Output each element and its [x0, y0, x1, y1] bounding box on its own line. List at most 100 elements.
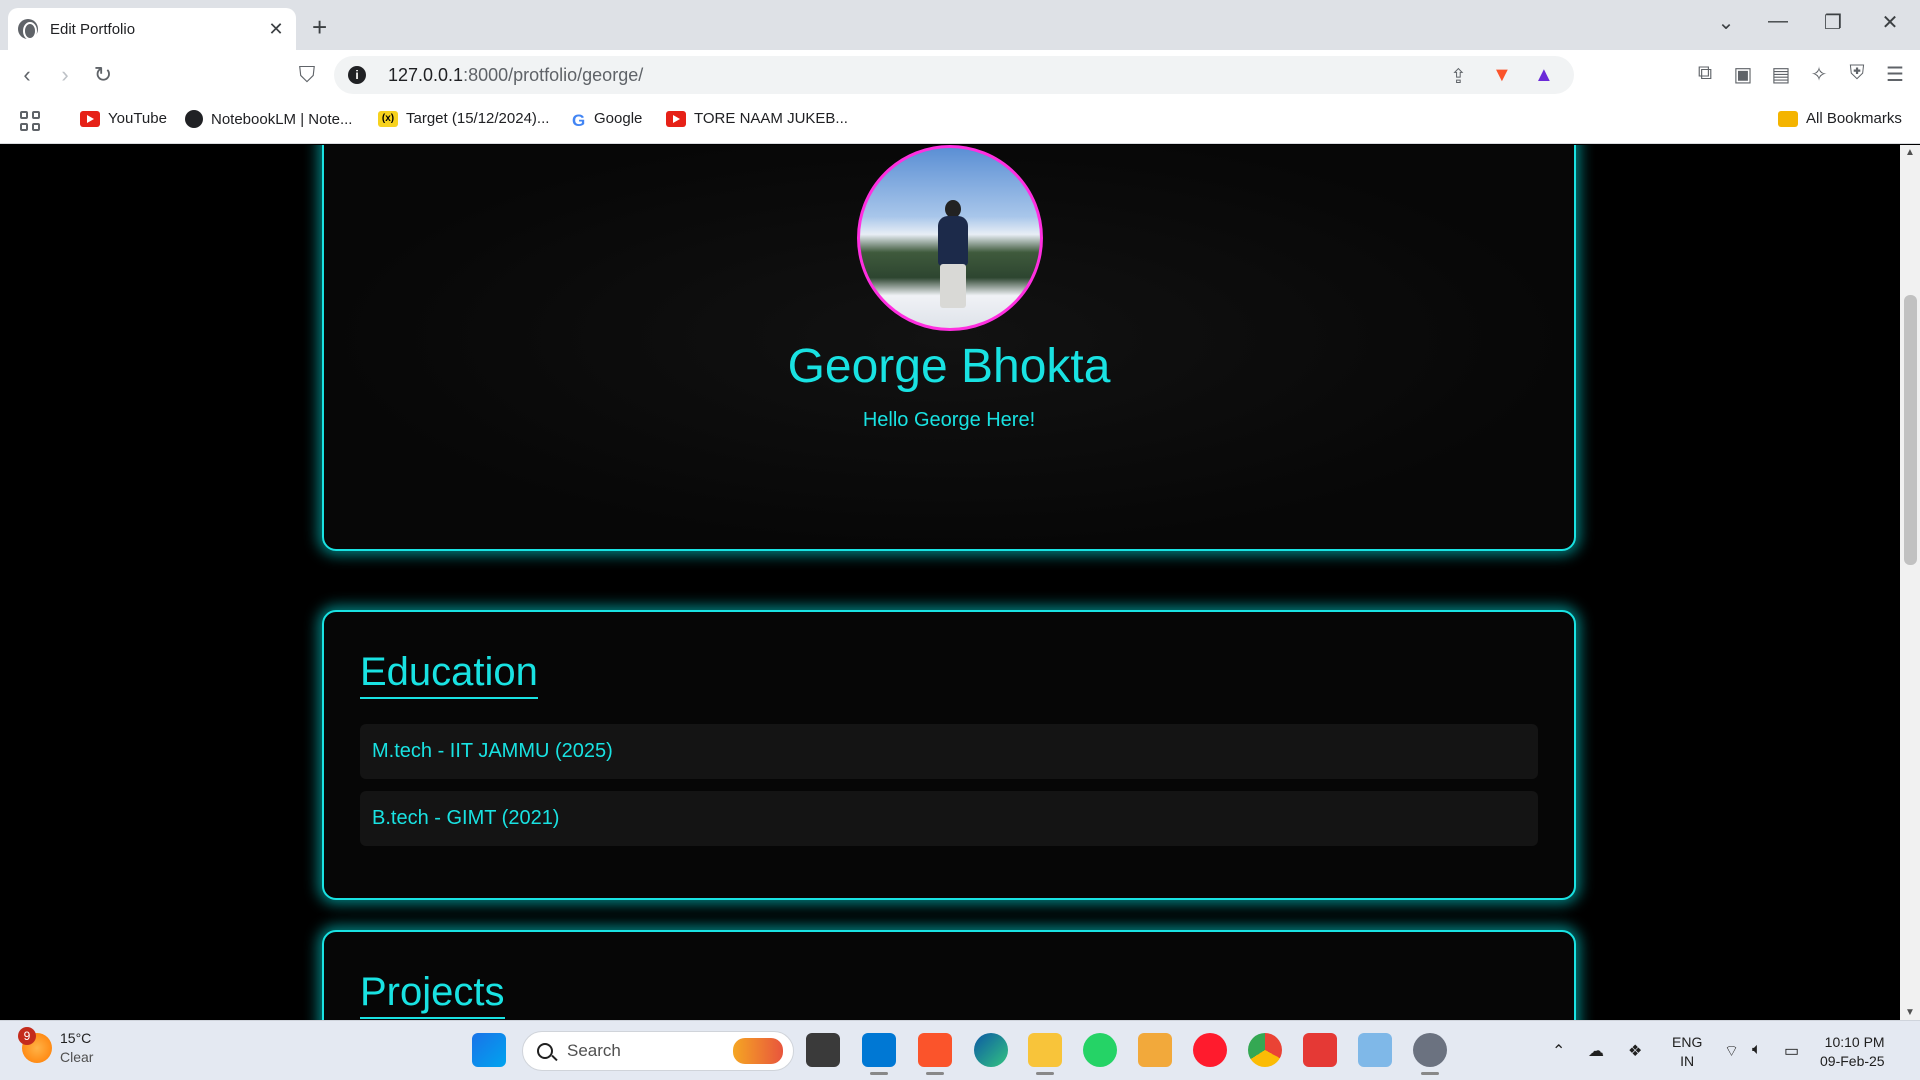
region-code: IN [1680, 1053, 1695, 1069]
youtube-icon [666, 110, 686, 127]
tab-edit-portfolio[interactable]: Edit Portfolio ✕ [8, 8, 296, 50]
projects-title: Projects [360, 970, 505, 1019]
url-host: 127.0.0.1 [388, 64, 464, 85]
windows-start-icon[interactable] [472, 1033, 506, 1067]
vscode-icon[interactable] [862, 1033, 896, 1075]
search-label: Search [567, 1041, 621, 1060]
bookmark-google[interactable]: G Google [572, 110, 643, 130]
url-path: :8000/protfolio/george/ [463, 64, 644, 85]
file-explorer-icon[interactable] [1028, 1033, 1062, 1075]
profile-card: George Bhokta Hello George Here! [322, 145, 1576, 551]
language-indicator[interactable]: ENG IN [1672, 1033, 1702, 1071]
globe-icon [18, 19, 38, 40]
bookmark-label: Google [594, 110, 643, 127]
projects-card: Projects [322, 930, 1576, 1020]
bookmark-label: YouTube [108, 110, 167, 127]
profile-tagline: Hello George Here! [862, 409, 1036, 431]
settings-gear-icon[interactable] [1413, 1033, 1447, 1075]
reload-icon[interactable]: ↻ [88, 62, 118, 88]
window-close-icon[interactable]: ✕ [1870, 10, 1910, 35]
task-view-icon[interactable] [806, 1033, 840, 1067]
all-bookmarks-label: All Bookmarks [1806, 110, 1902, 127]
avatar-person-body [938, 216, 968, 266]
dts-audio-icon[interactable] [1138, 1033, 1172, 1067]
brave-rewards-icon[interactable]: ▲ [1534, 64, 1554, 87]
anydesk-icon[interactable] [1303, 1033, 1337, 1067]
clock-time: 10:10 PM [1824, 1034, 1885, 1050]
volume-icon[interactable]: 🔈︎ [1752, 1041, 1762, 1059]
snipping-tool-icon[interactable] [1358, 1033, 1392, 1067]
site-info-icon[interactable]: i [348, 66, 366, 84]
scroll-up-arrow-icon[interactable]: ▲ [1900, 147, 1920, 158]
restore-icon[interactable]: ❐ [1813, 10, 1853, 35]
bookmark-notebooklm[interactable]: NotebookLM | Note... [185, 110, 352, 128]
target-icon: (x) [378, 110, 398, 127]
apps-grid-icon[interactable] [20, 111, 42, 133]
bookmark-label: Target (15/12/2024)... [406, 110, 550, 127]
edge-icon[interactable] [974, 1033, 1008, 1067]
sidebar-icon[interactable]: ▣ [1728, 62, 1758, 87]
wallet-icon[interactable]: ▤ [1766, 62, 1796, 87]
tab-search-chevron-icon[interactable]: ⌄ [1706, 10, 1746, 35]
profile-name: George Bhokta [787, 340, 1111, 393]
weather-sun-icon: 9 [18, 1027, 52, 1063]
page-scrollbar[interactable]: ▲ ▼ [1900, 145, 1920, 1020]
back-icon[interactable]: ‹ [12, 62, 42, 88]
wifi-icon[interactable]: ⌔ [1724, 1041, 1739, 1061]
google-icon: G [572, 110, 586, 130]
brave-shields-icon[interactable]: ▼ [1492, 64, 1512, 87]
url-text[interactable]: 127.0.0.1:8000/protfolio/george/ [388, 65, 643, 86]
education-card: Education M.tech - IIT JAMMU (2025) B.te… [322, 610, 1576, 900]
profile-avatar [857, 145, 1043, 331]
weather-condition: Clear [60, 1049, 94, 1065]
browser-toolbar: ‹ › ↻ ⛉ i 127.0.0.1:8000/protfolio/georg… [0, 50, 1920, 100]
onedrive-cloud-icon[interactable]: ☁ [1588, 1041, 1604, 1061]
show-hidden-icons-chevron-icon[interactable]: ⌃ [1552, 1041, 1565, 1061]
scrollbar-thumb[interactable] [1904, 295, 1917, 565]
new-tab-button[interactable]: + [312, 12, 327, 43]
whatsapp-icon[interactable] [1083, 1033, 1117, 1067]
bookmark-tore-naam[interactable]: TORE NAAM JUKEB... [666, 110, 848, 127]
avatar-person-legs [940, 264, 966, 308]
minimize-icon[interactable]: — [1758, 10, 1798, 33]
clock-date: 09-Feb-25 [1820, 1053, 1885, 1069]
bookmark-label: NotebookLM | Note... [211, 110, 353, 128]
bookmarks-bar: YouTube NotebookLM | Note... (x) Target … [0, 100, 1920, 144]
education-item: B.tech - GIMT (2021) [360, 791, 1538, 846]
education-title: Education [360, 650, 538, 699]
scroll-down-arrow-icon[interactable]: ▼ [1900, 1007, 1920, 1018]
bookmark-youtube[interactable]: YouTube [80, 110, 167, 127]
notebooklm-icon [185, 110, 203, 128]
all-bookmarks-button[interactable]: All Bookmarks [1778, 110, 1902, 127]
weather-widget[interactable]: 9 15°C Clear [18, 1027, 94, 1067]
bookmark-target[interactable]: (x) Target (15/12/2024)... [378, 110, 549, 127]
taskbar-clock[interactable]: 10:10 PM 09-Feb-25 [1820, 1033, 1885, 1071]
tab-title: Edit Portfolio [50, 20, 136, 38]
address-bar[interactable]: i 127.0.0.1:8000/protfolio/george/ ⇪ ▼ ▲ [334, 56, 1574, 94]
language-code: ENG [1672, 1034, 1703, 1050]
tab-strip: Edit Portfolio ✕ + ⌄ — ❐ ✕ [0, 0, 1920, 50]
vpn-icon[interactable]: ⛨ [1842, 62, 1872, 85]
search-highlight-icon [733, 1038, 783, 1064]
opera-icon[interactable] [1193, 1033, 1227, 1067]
brave-browser-icon[interactable] [918, 1033, 952, 1075]
education-item: M.tech - IIT JAMMU (2025) [360, 724, 1538, 779]
youtube-icon [80, 110, 100, 127]
battery-icon[interactable]: ▭ [1784, 1041, 1799, 1061]
weather-temperature: 15°C [60, 1030, 92, 1046]
search-icon [537, 1043, 553, 1059]
menu-icon[interactable]: ☰ [1880, 62, 1910, 87]
folder-icon [1778, 110, 1798, 127]
forward-icon[interactable]: › [50, 62, 80, 88]
taskbar-search-box[interactable]: Search [522, 1031, 794, 1071]
dropbox-icon[interactable]: ❖ [1628, 1041, 1642, 1061]
share-icon[interactable]: ⇪ [1450, 64, 1467, 89]
bookmark-icon[interactable]: ⛉ [292, 62, 322, 88]
bookmark-label: TORE NAAM JUKEB... [694, 110, 848, 127]
page-viewport: George Bhokta Hello George Here! Educati… [0, 145, 1900, 1020]
extensions-icon[interactable]: ⧉ [1690, 62, 1720, 85]
leo-ai-icon[interactable]: ✧ [1804, 62, 1834, 87]
notification-badge: 9 [18, 1027, 36, 1045]
chrome-icon[interactable] [1248, 1033, 1282, 1067]
close-tab-icon[interactable]: ✕ [266, 19, 286, 40]
